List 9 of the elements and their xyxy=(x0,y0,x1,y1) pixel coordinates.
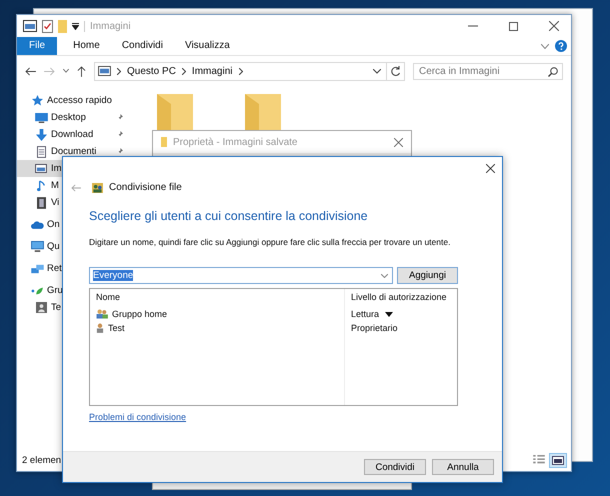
status-text: 2 elemen xyxy=(22,454,62,466)
dialog-heading: Scegliere gli utenti a cui consentire la condivisione xyxy=(89,209,369,223)
user-name: Gruppo home xyxy=(112,309,168,319)
window-title: Immagini xyxy=(84,20,131,32)
instruction-text: Digitare un nome, quindi fare clic su Aggiungi oppure fare clic sulla freccia per trovare un utente. xyxy=(89,237,452,247)
permission-level: Proprietario xyxy=(351,323,398,333)
window-title: Proprietà - Immagini salvate xyxy=(173,136,298,148)
user-name: Test xyxy=(108,323,125,333)
dialog-title: Condivisione file xyxy=(109,182,182,193)
